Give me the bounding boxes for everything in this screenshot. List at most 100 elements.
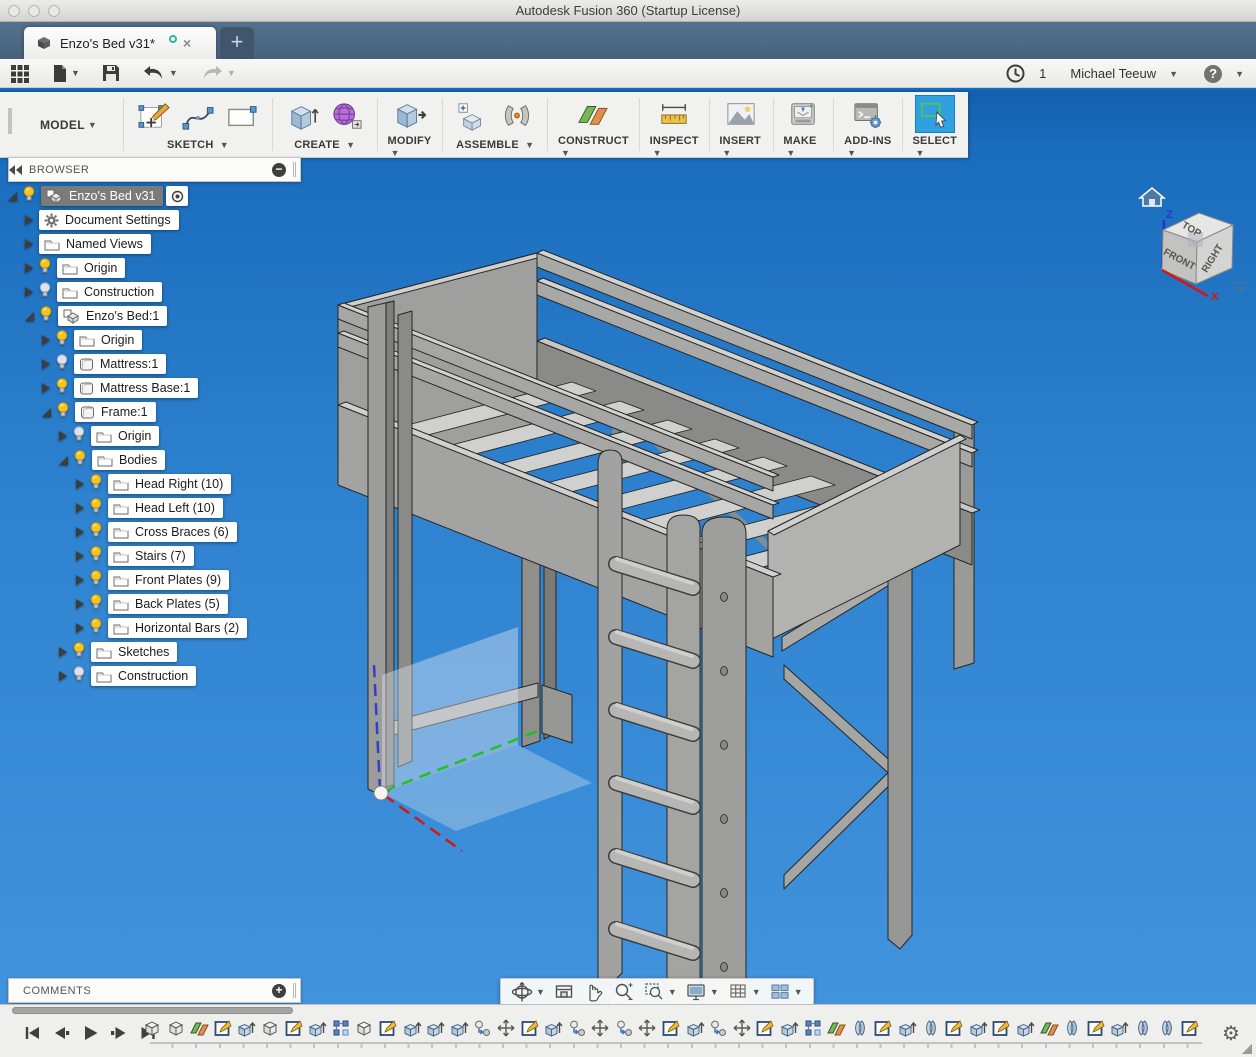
zoom-window-tool[interactable]: ▼ — [639, 981, 681, 1003]
timeline-feature-extrude-36[interactable] — [968, 1018, 992, 1040]
ribbon-group-label[interactable]: INSERT ▼ — [719, 135, 762, 159]
chevron-down-icon[interactable]: ▼ — [668, 987, 677, 997]
browser-item-cross-braces-6[interactable]: Cross Braces (6) — [76, 520, 308, 544]
browser-item-sketches[interactable]: Sketches — [59, 640, 308, 664]
new-tab-button[interactable]: + — [220, 27, 254, 59]
timeline-ruler[interactable] — [150, 1042, 1202, 1048]
browser-item-pill[interactable]: Origin — [91, 426, 159, 446]
browser-item-pill[interactable]: Frame:1 — [75, 402, 156, 422]
browser-item-stairs-7[interactable]: Stairs (7) — [76, 544, 308, 568]
ribbon-group-label[interactable]: MODIFY ▼ — [387, 135, 432, 159]
insert-image-button[interactable] — [721, 95, 761, 133]
rectangle-button[interactable] — [222, 97, 262, 135]
browser-item-head-right-10[interactable]: Head Right (10) — [76, 472, 308, 496]
browser-item-origin[interactable]: Origin — [25, 256, 308, 280]
chevron-down-icon[interactable]: ▼ — [752, 987, 761, 997]
ribbon-group-label[interactable]: INSPECT ▼ — [650, 135, 699, 159]
visibility-bulb-on-icon[interactable] — [57, 402, 70, 422]
browser-item-front-plates-9[interactable]: Front Plates (9) — [76, 568, 308, 592]
timeline-feature-extrude-12[interactable] — [402, 1018, 426, 1040]
timeline-feature-extrude-42[interactable] — [1109, 1018, 1133, 1040]
browser-item-pill[interactable]: Origin — [74, 330, 142, 350]
ribbon-group-label[interactable]: CONSTRUCT ▼ — [558, 135, 629, 159]
chevron-down-icon[interactable]: ▼ — [169, 68, 178, 78]
collapse-node-icon[interactable] — [42, 408, 51, 417]
timeline-feature-mirror-43[interactable] — [1133, 1018, 1157, 1040]
timeline-feature-extrude-8[interactable] — [307, 1018, 331, 1040]
chevron-down-icon[interactable]: ▼ — [1169, 69, 1178, 79]
user-menu[interactable]: Michael Teeuw — [1070, 66, 1156, 81]
browser-item-construction[interactable]: Construction — [25, 280, 308, 304]
expand-node-icon[interactable] — [76, 503, 84, 513]
ribbon-group-label[interactable]: ADD-INS ▼ — [844, 135, 892, 159]
visibility-bulb-on-icon[interactable] — [40, 306, 53, 326]
timeline-feature-joint-15[interactable] — [472, 1018, 496, 1040]
collapse-node-icon[interactable] — [8, 192, 17, 201]
timeline-feature-sketch-17[interactable] — [520, 1018, 544, 1040]
ribbon-group-label[interactable]: CREATE ▼ — [294, 139, 355, 151]
timeline-feature-pattern-29[interactable] — [803, 1018, 827, 1040]
timeline-feature-extrude-33[interactable] — [897, 1018, 921, 1040]
visibility-bulb-on-icon[interactable] — [90, 474, 103, 494]
panel-grip-icon[interactable] — [293, 162, 296, 177]
browser-item-origin[interactable]: Origin — [59, 424, 308, 448]
step-forward-button[interactable] — [109, 1023, 129, 1043]
browser-item-back-plates-5[interactable]: Back Plates (5) — [76, 592, 308, 616]
make-print-button[interactable] — [783, 95, 823, 133]
version-clock-icon[interactable] — [1006, 64, 1025, 83]
expand-node-icon[interactable] — [42, 359, 50, 369]
expand-node-icon[interactable] — [25, 215, 33, 225]
timeline-feature-sketch-4[interactable] — [213, 1018, 237, 1040]
visibility-bulb-off-icon[interactable] — [73, 426, 86, 446]
timeline-feature-component-6[interactable] — [260, 1018, 284, 1040]
expand-node-icon[interactable] — [59, 647, 67, 657]
visibility-bulb-on-icon[interactable] — [74, 450, 87, 470]
browser-item-pill[interactable]: Sketches — [91, 642, 177, 662]
visibility-bulb-on-icon[interactable] — [90, 522, 103, 542]
display-settings-tool[interactable]: ▼ — [681, 981, 723, 1003]
browser-item-pill[interactable]: Mattress:1 — [74, 354, 166, 374]
visibility-bulb-on-icon[interactable] — [56, 330, 69, 350]
panel-grip-icon[interactable] — [293, 983, 296, 998]
expand-node-icon[interactable] — [76, 527, 84, 537]
browser-item-pill[interactable]: Bodies — [92, 450, 165, 470]
help-button[interactable]: ? — [1204, 65, 1222, 83]
timeline-feature-extrude-38[interactable] — [1015, 1018, 1039, 1040]
timeline-feature-extrude-28[interactable] — [779, 1018, 803, 1040]
ribbon-group-label[interactable]: ASSEMBLE ▼ — [456, 139, 534, 151]
minimize-panel-icon[interactable]: − — [272, 163, 286, 177]
timeline-feature-sketch-11[interactable] — [378, 1018, 402, 1040]
new-component-button[interactable] — [453, 97, 493, 135]
orbit-tool[interactable]: ▼ — [507, 981, 549, 1003]
timeline-feature-mirror-40[interactable] — [1062, 1018, 1086, 1040]
timeline-feature-plane-30[interactable] — [826, 1018, 850, 1040]
viewcube-menu-icon[interactable] — [1234, 282, 1247, 293]
comments-panel[interactable]: COMMENTS + — [8, 978, 301, 1003]
expand-node-icon[interactable] — [76, 551, 84, 561]
visibility-bulb-on-icon[interactable] — [39, 258, 52, 278]
timeline-feature-sketch-35[interactable] — [944, 1018, 968, 1040]
select-button[interactable] — [915, 95, 955, 133]
timeline-feature-mirror-34[interactable] — [921, 1018, 945, 1040]
app-grid-icon[interactable] — [10, 63, 30, 83]
visibility-bulb-on-icon[interactable] — [90, 618, 103, 638]
step-back-button[interactable] — [51, 1023, 71, 1043]
expand-node-icon[interactable] — [25, 263, 33, 273]
timeline-feature-joint-21[interactable] — [614, 1018, 638, 1040]
chevron-down-icon[interactable]: ▼ — [710, 987, 719, 997]
look-at-tool[interactable] — [549, 981, 579, 1003]
browser-item-pill[interactable]: Horizontal Bars (2) — [108, 618, 247, 638]
sketch-create-button[interactable] — [134, 97, 174, 135]
document-tab[interactable]: Enzo's Bed v31* × — [24, 27, 216, 59]
visibility-bulb-on-icon[interactable] — [23, 186, 36, 206]
timeline-feature-extrude-24[interactable] — [685, 1018, 709, 1040]
ribbon-group-label[interactable]: SELECT ▼ — [913, 135, 959, 159]
browser-item-mattress-base-1[interactable]: Mattress Base:1 — [42, 376, 308, 400]
visibility-bulb-off-icon[interactable] — [56, 354, 69, 374]
expand-node-icon[interactable] — [59, 671, 67, 681]
browser-item-pill[interactable]: Stairs (7) — [108, 546, 194, 566]
timeline-feature-move-22[interactable] — [637, 1018, 661, 1040]
expand-node-icon[interactable] — [42, 335, 50, 345]
expand-node-icon[interactable] — [59, 431, 67, 441]
expand-node-icon[interactable] — [76, 599, 84, 609]
